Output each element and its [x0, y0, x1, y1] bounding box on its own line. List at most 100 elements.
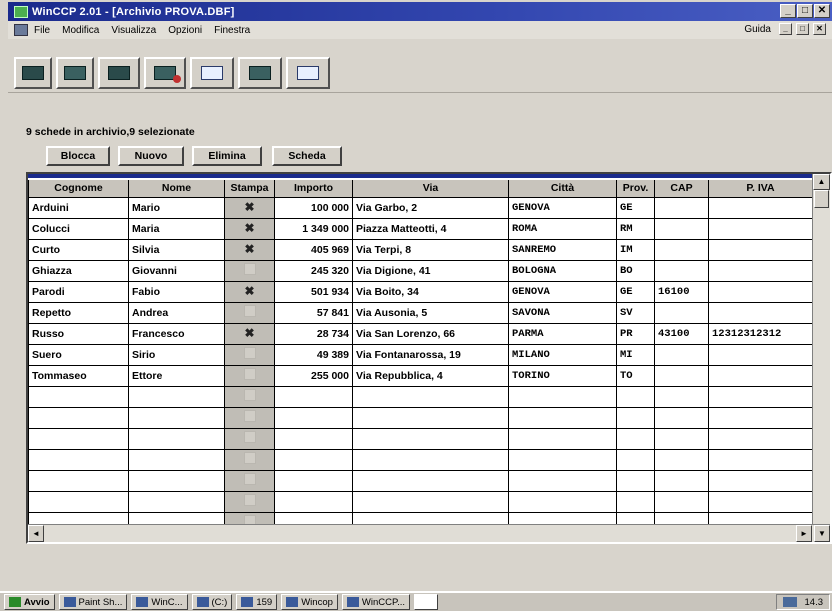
cell-nome[interactable]: Giovanni	[128, 259, 225, 282]
stampa-checkbox[interactable]	[243, 452, 256, 464]
document-icon[interactable]	[14, 24, 28, 36]
cell-cognome[interactable]: Repetto	[28, 301, 129, 324]
cell-prov[interactable]: SV	[616, 301, 655, 324]
cell-cap[interactable]	[654, 469, 709, 492]
cell-citta[interactable]: ROMA	[508, 217, 617, 240]
cell-stampa[interactable]	[224, 301, 275, 324]
cell-nome[interactable]	[128, 427, 225, 450]
task-blank[interactable]	[414, 594, 439, 610]
empty-table-row[interactable]	[28, 427, 813, 450]
empty-table-row[interactable]	[28, 448, 813, 471]
cell-cognome[interactable]: Tommaseo	[28, 364, 129, 387]
cell-stampa[interactable]	[224, 469, 275, 492]
column-header-citta[interactable]: Città	[508, 178, 617, 198]
cell-cognome[interactable]	[28, 406, 129, 429]
cell-nome[interactable]: Silvia	[128, 238, 225, 261]
empty-table-row[interactable]	[28, 385, 813, 408]
cell-cap[interactable]	[654, 196, 709, 219]
cell-via[interactable]: Via Boito, 34	[352, 280, 509, 303]
cell-importo[interactable]: 49 389	[274, 343, 353, 366]
table-row[interactable]: Parodi Fabio ✖ 501 934 Via Boito, 34 GENOVA GE…	[28, 280, 813, 303]
cell-prov[interactable]: PR	[616, 322, 655, 345]
stampa-checkbox[interactable]	[243, 431, 256, 443]
task-wincpp-doc[interactable]: WinCCP...	[341, 594, 411, 610]
save-button[interactable]	[238, 57, 282, 89]
cell-via[interactable]: Piazza Matteotti, 4	[352, 217, 509, 240]
cell-importo[interactable]	[274, 448, 353, 471]
cell-piva[interactable]	[708, 259, 813, 282]
cell-piva[interactable]	[708, 217, 813, 240]
cell-cap[interactable]	[654, 448, 709, 471]
cell-prov[interactable]: GE	[616, 280, 655, 303]
cell-stampa[interactable]	[224, 427, 275, 450]
cell-piva[interactable]	[708, 448, 813, 471]
cell-stampa[interactable]	[224, 343, 275, 366]
cell-via[interactable]: Via Fontanarossa, 19	[352, 343, 509, 366]
table-row[interactable]: Ghiazza Giovanni 245 320 Via Digione, 41 BOL…	[28, 259, 813, 282]
cell-cap[interactable]	[654, 406, 709, 429]
cell-stampa[interactable]: ✖	[224, 196, 275, 219]
close-button[interactable]: ✕	[814, 4, 830, 18]
cell-stampa[interactable]	[224, 259, 275, 282]
cell-stampa[interactable]	[224, 385, 275, 408]
cell-prov[interactable]: IM	[616, 238, 655, 261]
elimina-button[interactable]: Elimina	[192, 146, 262, 166]
column-header-piva[interactable]: P. IVA	[708, 178, 813, 198]
sheet-print-button[interactable]	[190, 57, 234, 89]
cell-prov[interactable]: RM	[616, 217, 655, 240]
maximize-button[interactable]: □	[797, 4, 813, 18]
stampa-checkbox[interactable]: ✖	[244, 222, 256, 234]
table-row[interactable]: Arduini Mario ✖ 100 000 Via Garbo, 2 GENOVA GE	[28, 196, 813, 219]
card-button[interactable]	[14, 57, 52, 89]
cell-via[interactable]	[352, 385, 509, 408]
cell-citta[interactable]: MILANO	[508, 343, 617, 366]
stampa-checkbox[interactable]: ✖	[244, 327, 256, 339]
cell-stampa[interactable]: ✖	[224, 280, 275, 303]
cell-piva[interactable]	[708, 364, 813, 387]
cell-cap[interactable]	[654, 364, 709, 387]
stampa-checkbox[interactable]	[243, 494, 256, 506]
stampa-checkbox[interactable]	[243, 368, 256, 380]
menu-visualizza[interactable]: Visualizza	[111, 25, 156, 36]
cell-citta[interactable]: TORINO	[508, 364, 617, 387]
stampa-checkbox[interactable]	[243, 410, 256, 422]
scheda-button[interactable]: Scheda	[272, 146, 342, 166]
cell-cap[interactable]	[654, 427, 709, 450]
cell-stampa[interactable]: ✖	[224, 322, 275, 345]
cell-via[interactable]	[352, 490, 509, 513]
app-icon[interactable]	[14, 5, 28, 18]
cell-cap[interactable]	[654, 217, 709, 240]
cell-citta[interactable]	[508, 385, 617, 408]
table-row[interactable]: Tommaseo Ettore 255 000 Via Repubblica, 4 TO…	[28, 364, 813, 387]
cell-piva[interactable]	[708, 469, 813, 492]
cell-cap[interactable]	[654, 343, 709, 366]
task-drive-c[interactable]: (C:)	[191, 594, 233, 610]
stampa-checkbox[interactable]: ✖	[244, 201, 256, 213]
cell-nome[interactable]	[128, 385, 225, 408]
cell-stampa[interactable]	[224, 490, 275, 513]
doc-restore-button[interactable]: □	[796, 23, 809, 35]
cell-stampa[interactable]: ✖	[224, 217, 275, 240]
cell-piva[interactable]	[708, 427, 813, 450]
cell-via[interactable]	[352, 448, 509, 471]
table-row[interactable]: Colucci Maria ✖ 1 349 000 Piazza Matteotti, …	[28, 217, 813, 240]
cell-nome[interactable]	[128, 406, 225, 429]
cell-nome[interactable]	[128, 469, 225, 492]
cell-prov[interactable]	[616, 448, 655, 471]
menu-guida[interactable]: Guida	[744, 24, 771, 35]
cell-citta[interactable]	[508, 427, 617, 450]
stampa-checkbox[interactable]	[243, 473, 256, 485]
cell-cognome[interactable]: Arduini	[28, 196, 129, 219]
cell-cognome[interactable]	[28, 427, 129, 450]
start-button[interactable]: Avvio	[4, 594, 55, 610]
title-bar[interactable]: WinCCP 2.01 - [Archivio PROVA.DBF] _ □ ✕	[8, 2, 832, 21]
cell-prov[interactable]	[616, 385, 655, 408]
empty-table-row[interactable]	[28, 490, 813, 513]
cell-citta[interactable]	[508, 448, 617, 471]
table-row[interactable]: Russo Francesco ✖ 28 734 Via San Lorenzo, 66…	[28, 322, 813, 345]
cell-importo[interactable]: 28 734	[274, 322, 353, 345]
scroll-right-icon[interactable]: ►	[796, 525, 812, 542]
task-paint-shop[interactable]: Paint Sh...	[58, 594, 128, 610]
cell-citta[interactable]: SANREMO	[508, 238, 617, 261]
cell-cognome[interactable]: Colucci	[28, 217, 129, 240]
